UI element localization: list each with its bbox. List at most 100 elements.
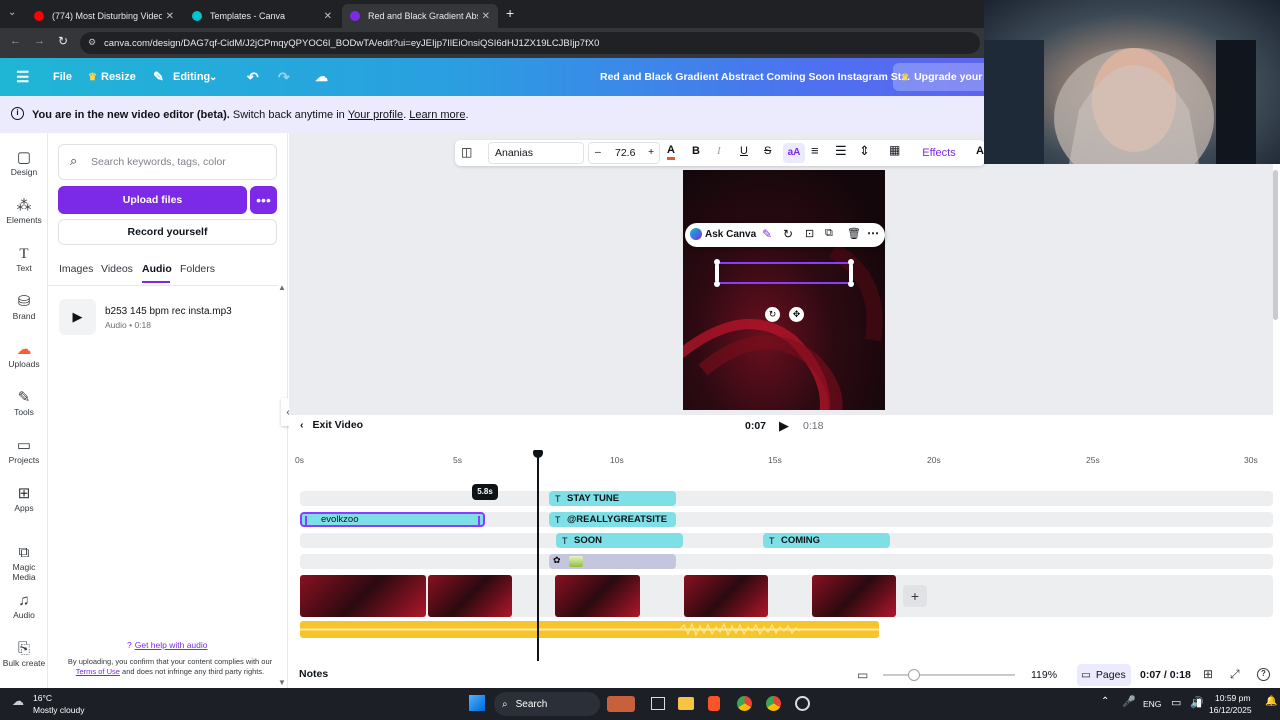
text-clip-stay-tune[interactable]: T STAY TUNE <box>549 491 676 506</box>
language-indicator[interactable]: ENG <box>1143 699 1161 709</box>
cloud-save-icon[interactable]: ☁ <box>315 58 328 96</box>
rail-audio[interactable]: ♫ Audio <box>0 592 48 620</box>
battery-icon[interactable]: ▮ <box>1196 696 1202 709</box>
zoom-level[interactable]: 119% <box>1031 669 1057 681</box>
play-icon[interactable]: ▶ <box>59 299 96 335</box>
underline-icon[interactable]: U <box>740 145 748 157</box>
tab-audio[interactable]: Audio <box>142 263 172 275</box>
grid-view-icon[interactable]: ⊞ <box>1203 667 1213 681</box>
design-page[interactable] <box>683 170 885 410</box>
temperature[interactable]: 16°C <box>33 693 52 703</box>
start-icon[interactable] <box>469 695 485 711</box>
move-handle-icon[interactable]: ✥ <box>789 307 804 322</box>
search-input[interactable]: ⌕ Search keywords, tags, color <box>58 144 277 180</box>
play-button-icon[interactable]: ▶ <box>779 418 789 434</box>
magic-edit-icon[interactable]: ✎ <box>762 227 772 241</box>
italic-icon[interactable]: I <box>717 145 721 157</box>
text-clip-evolkzoo[interactable]: evolkzoo <box>300 512 485 527</box>
increase-icon[interactable]: + <box>648 146 654 158</box>
font-size-stepper[interactable]: – 72.6 + <box>588 142 660 164</box>
rail-projects[interactable]: ▭ Projects <box>0 437 48 465</box>
editing-menu[interactable]: Editing <box>173 58 210 96</box>
text-color-icon[interactable]: A <box>667 144 675 160</box>
video-clip[interactable] <box>555 575 640 617</box>
learn-more-link[interactable]: Learn more <box>409 109 465 121</box>
rail-text[interactable]: T Text <box>0 245 48 273</box>
url-field[interactable]: ⚙ canva.com/design/DAG7qf-CidM/J2jCPmqyQ… <box>80 32 980 54</box>
close-tab-icon[interactable]: ✕ <box>482 11 490 22</box>
your-profile-link[interactable]: Your profile <box>348 109 403 121</box>
forward-icon[interactable]: → <box>34 35 45 47</box>
close-tab-icon[interactable]: ✕ <box>324 11 332 22</box>
list-icon[interactable]: ☰ <box>835 143 847 159</box>
browser-tab[interactable]: Templates - Canva ✕ <box>184 4 340 28</box>
close-tab-icon[interactable]: ✕ <box>166 11 174 22</box>
side-panel-icon[interactable]: ◫ <box>461 145 472 159</box>
tray-chevron-icon[interactable]: ⌃ <box>1101 696 1109 707</box>
audio-list-item[interactable]: ▶ b253 145 bpm rec insta.mp3 Audio • 0:1… <box>59 299 269 335</box>
notes-button[interactable]: Notes <box>299 668 328 680</box>
exit-video-button[interactable]: ‹ Exit Video <box>300 419 363 431</box>
ask-canva-button[interactable]: Ask Canva <box>705 229 756 240</box>
reload-icon[interactable]: ↻ <box>58 34 68 48</box>
undo-icon[interactable]: ↶ <box>247 58 259 96</box>
upgrade-button[interactable]: ♛ Upgrade your p <box>893 63 993 91</box>
chrome-icon[interactable] <box>737 696 752 711</box>
app-icon[interactable] <box>795 696 810 711</box>
strikethrough-icon[interactable]: S <box>764 145 771 157</box>
site-info-icon[interactable]: ⚙ <box>88 37 96 48</box>
zoom-slider[interactable] <box>883 674 1015 676</box>
chrome-icon[interactable] <box>766 696 781 711</box>
notification-icon[interactable]: 🔔 <box>1265 696 1277 707</box>
tab-search-icon[interactable]: ⌄ <box>8 7 16 18</box>
help-button[interactable]: ? <box>1257 668 1270 681</box>
tab-videos[interactable]: Videos <box>101 263 133 275</box>
fullscreen-icon[interactable]: ⤢ <box>1230 667 1240 682</box>
rail-elements[interactable]: ⁂ Elements <box>0 197 48 225</box>
scroll-down-icon[interactable]: ▼ <box>278 678 286 687</box>
menu-icon[interactable]: ☰ <box>16 58 29 96</box>
more-options-icon[interactable]: ••• <box>250 186 277 214</box>
microphone-icon[interactable]: 🎤 <box>1122 695 1136 708</box>
audio-track-clip[interactable] <box>300 621 879 638</box>
more-icon[interactable]: ⋯ <box>867 226 879 240</box>
clock-date[interactable]: 16/12/2025 <box>1209 705 1252 715</box>
rail-design[interactable]: ▢ Design <box>0 149 48 177</box>
rail-tools[interactable]: ✎ Tools <box>0 389 48 417</box>
design-title[interactable]: Red and Black Gradient Abstract Coming S… <box>600 58 910 96</box>
new-tab-icon[interactable]: + <box>506 5 514 21</box>
video-clip[interactable] <box>812 575 896 617</box>
stage-scrollbar[interactable] <box>1273 170 1278 320</box>
font-selector[interactable]: Ananias <box>488 142 584 164</box>
zoom-slider-thumb[interactable] <box>908 669 920 681</box>
record-yourself-button[interactable]: Record yourself <box>58 219 277 245</box>
rail-magic-media[interactable]: ⧉ Magic Media <box>0 544 48 582</box>
scroll-up-icon[interactable]: ▲ <box>278 283 286 292</box>
duplicate-icon[interactable]: ⧉ <box>825 227 833 240</box>
video-clip[interactable] <box>684 575 768 617</box>
bold-icon[interactable]: B <box>692 145 700 157</box>
effects-button[interactable]: Effects <box>917 142 961 164</box>
transparency-icon[interactable]: ▦ <box>889 143 900 157</box>
rail-apps[interactable]: ⊞ Apps <box>0 485 48 513</box>
redo-icon[interactable]: ↷ <box>278 58 290 96</box>
add-clip-button[interactable]: + <box>903 585 927 607</box>
animate-button[interactable]: A <box>976 145 984 157</box>
selected-text-box[interactable] <box>717 262 851 284</box>
clock-time[interactable]: 10:59 pm <box>1215 693 1250 703</box>
clip-trim-handle[interactable] <box>478 516 480 525</box>
decrease-icon[interactable]: – <box>595 146 601 158</box>
lock-icon[interactable]: ⊡ <box>805 227 814 240</box>
help-link[interactable]: ? Get help with audio <box>127 640 208 650</box>
file-menu[interactable]: File <box>53 58 72 96</box>
file-explorer-icon[interactable] <box>678 697 694 710</box>
case-icon[interactable]: aA <box>783 143 805 163</box>
tab-folders[interactable]: Folders <box>180 263 215 275</box>
rail-bulk-create[interactable]: ⎘ Bulk create <box>0 640 48 668</box>
align-icon[interactable]: ≡ <box>811 143 819 158</box>
app-icon[interactable] <box>607 696 635 712</box>
browser-tab-active[interactable]: Red and Black Gradient Abstrac ✕ <box>342 4 498 28</box>
chevron-down-icon[interactable]: ⌄ <box>209 58 217 96</box>
video-clip[interactable] <box>300 575 426 617</box>
font-size-value[interactable]: 72.6 <box>615 147 635 159</box>
